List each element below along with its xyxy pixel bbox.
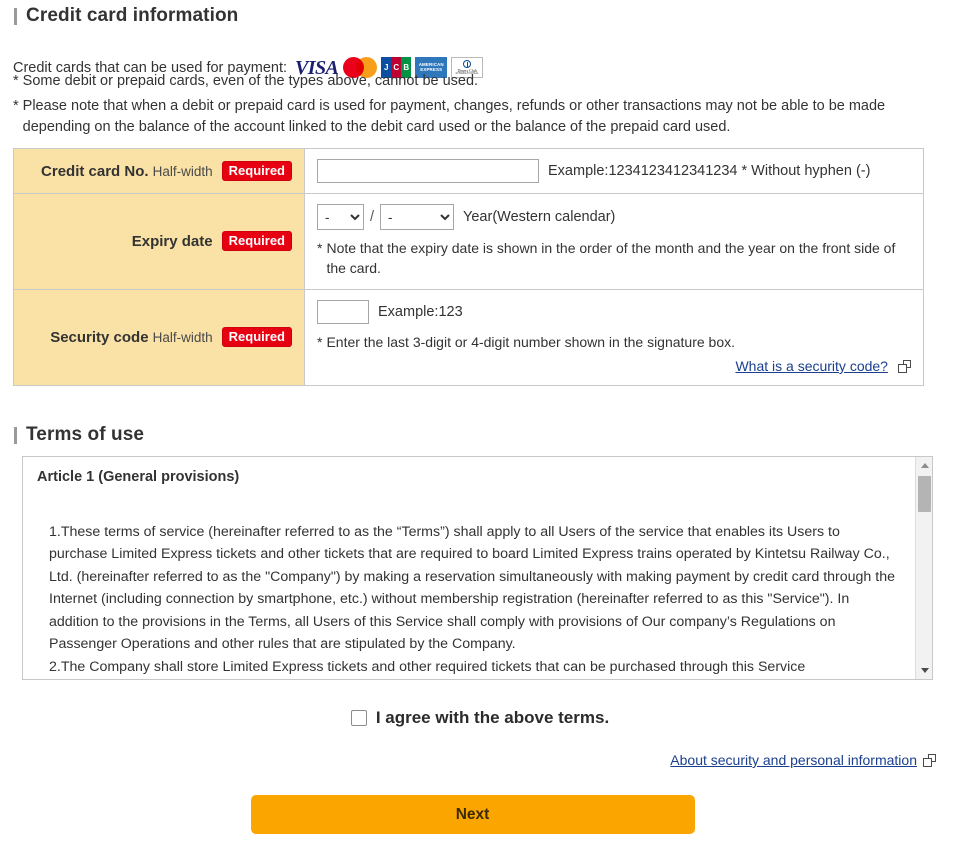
scrollbar-thumb[interactable] bbox=[918, 476, 931, 512]
debit-card-note-1: * Some debit or prepaid cards, even of t… bbox=[13, 71, 943, 92]
debit-card-note-2: * Please note that when a debit or prepa… bbox=[13, 96, 938, 138]
expiry-month-select[interactable]: - bbox=[317, 204, 364, 230]
security-code-label: Security code bbox=[50, 329, 149, 347]
expiry-year-suffix: Year(Western calendar) bbox=[463, 209, 616, 225]
table-row-card-number: Credit card No. Half-width Required Exam… bbox=[13, 148, 924, 194]
external-link-icon[interactable] bbox=[898, 359, 911, 373]
expiry-value-cell: - / - Year(Western calendar) * Note that… bbox=[304, 193, 924, 290]
terms-title: Terms of use bbox=[26, 424, 145, 445]
next-button-row: Next bbox=[0, 795, 960, 834]
expiry-separator: / bbox=[370, 209, 375, 225]
heading-accent-bar bbox=[14, 7, 17, 25]
external-link-icon[interactable] bbox=[923, 753, 936, 767]
card-number-label: Credit card No. bbox=[41, 163, 149, 180]
terms-content: Article 1 (General provisions) 1.These t… bbox=[23, 457, 914, 679]
terms-scrollbar[interactable] bbox=[915, 457, 932, 679]
card-number-halfwidth-note: Half-width bbox=[152, 164, 213, 179]
agree-terms-checkbox[interactable] bbox=[350, 710, 367, 726]
what-is-security-code-link[interactable]: What is a security code? bbox=[735, 358, 888, 374]
card-number-value-cell: Example:1234123412341234 * Without hyphe… bbox=[304, 148, 924, 194]
expiry-note-text: Note that the expiry date is shown in th… bbox=[326, 240, 896, 277]
table-row-expiry-date: Expiry date Required - / - Year(Western … bbox=[13, 193, 924, 290]
terms-paragraph-2: 2.The Company shall store Limited Expres… bbox=[49, 658, 806, 675]
agree-terms-label[interactable]: I agree with the above terms. bbox=[376, 708, 609, 728]
expiry-label-cell: Expiry date Required bbox=[13, 193, 305, 290]
security-code-label-cell: Security code Half-width Required bbox=[13, 288, 305, 386]
expiry-required-badge: Required bbox=[221, 231, 292, 252]
terms-article-title: Article 1 (General provisions) bbox=[37, 469, 240, 485]
credit-card-form-table: Credit card No. Half-width Required Exam… bbox=[13, 148, 924, 386]
security-code-example: Example:123 bbox=[378, 303, 463, 320]
terms-section-heading: Terms of use bbox=[14, 424, 144, 446]
scroll-up-arrow-icon[interactable] bbox=[916, 457, 932, 474]
expiry-year-select[interactable]: - bbox=[380, 204, 455, 230]
note-1-text: Some debit or prepaid cards, even of the… bbox=[22, 73, 479, 89]
about-security-row: About security and personal information bbox=[0, 752, 936, 768]
heading-accent-bar bbox=[14, 426, 17, 444]
security-code-halfwidth-note: Half-width bbox=[152, 330, 213, 346]
agree-terms-row: I agree with the above terms. bbox=[0, 708, 960, 728]
security-code-required-badge: Required bbox=[221, 327, 292, 348]
note-star: * bbox=[317, 240, 323, 256]
note-star: * bbox=[317, 333, 323, 350]
card-number-example: Example:1234123412341234 * Without hyphe… bbox=[548, 163, 871, 179]
card-number-label-cell: Credit card No. Half-width Required bbox=[13, 148, 305, 194]
credit-card-section-heading: Credit card information bbox=[14, 5, 238, 27]
expiry-label: Expiry date bbox=[131, 233, 213, 251]
table-row-security-code: Security code Half-width Required Exampl… bbox=[13, 288, 924, 386]
security-code-value-cell: Example:123 * Enter the last 3-digit or … bbox=[304, 288, 924, 386]
about-security-link[interactable]: About security and personal information bbox=[670, 752, 917, 768]
security-code-input[interactable] bbox=[317, 299, 369, 324]
next-button[interactable]: Next bbox=[250, 795, 695, 834]
security-code-note: * Enter the last 3-digit or 4-digit numb… bbox=[317, 332, 911, 352]
card-number-required-badge: Required bbox=[221, 161, 292, 181]
security-code-note-text: Enter the last 3-digit or 4-digit number… bbox=[326, 333, 736, 350]
terms-paragraph-1: 1.These terms of service (hereinafter re… bbox=[49, 524, 895, 653]
page-title: Credit card information bbox=[26, 5, 239, 26]
expiry-note: * Note that the expiry date is shown in … bbox=[317, 238, 917, 279]
scroll-down-arrow-icon[interactable] bbox=[916, 662, 932, 679]
security-code-help-row: What is a security code? bbox=[317, 358, 911, 375]
terms-scroll-box[interactable]: Article 1 (General provisions) 1.These t… bbox=[22, 456, 933, 680]
card-number-input[interactable] bbox=[317, 159, 539, 183]
note-2-text: Please note that when a debit or prepaid… bbox=[22, 98, 886, 136]
note-star: * bbox=[13, 98, 19, 114]
note-star: * bbox=[13, 73, 19, 89]
credit-card-payment-page: Credit card information Credit cards tha… bbox=[0, 0, 960, 848]
